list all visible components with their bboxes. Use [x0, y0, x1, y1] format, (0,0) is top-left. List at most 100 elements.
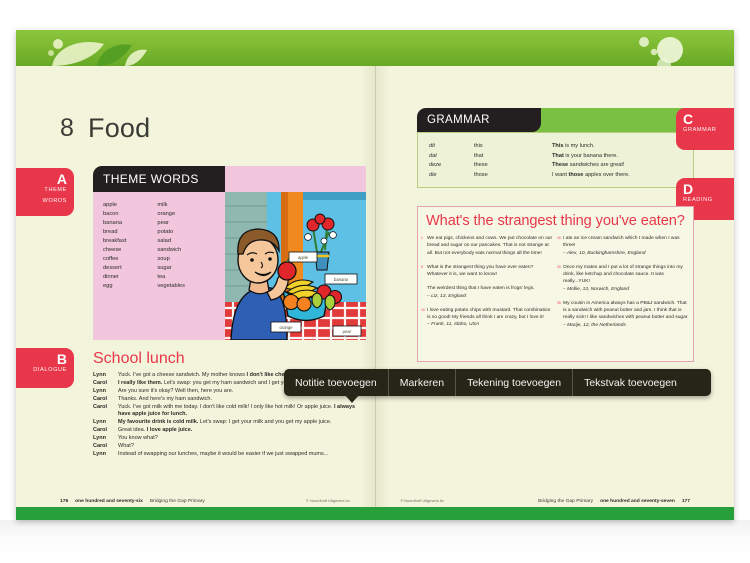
page-title: Food [88, 113, 151, 143]
grammar-dutch: deze [429, 162, 442, 168]
dialogue-speaker: Lynn [93, 372, 106, 378]
grammar-dutch: dat [429, 152, 437, 159]
tab-label-a-line1: THEME [44, 187, 67, 193]
reading-paragraph: 20 Once my mates and I put a lot of stra… [557, 264, 689, 293]
theme-word: salad [157, 238, 172, 245]
dialogue-text: Great idea. I love apple juice. [118, 427, 193, 434]
theme-word: banana [103, 220, 122, 227]
theme-word: coffee [103, 256, 119, 263]
reading-source: – Frank, 11, Idaho, USA [427, 322, 480, 328]
page-words-right: one hundred and seventy-seven [600, 499, 675, 504]
grammar-english: this [474, 143, 483, 149]
reading-paragraph: 15 I ate an ice cream sandwich which I m… [557, 235, 689, 257]
leaf-decoration-icon [48, 39, 147, 66]
dialogue-line: Lynn Instead of swapping our lunches, ma… [93, 451, 361, 458]
svg-text:apple: apple [298, 255, 309, 260]
dialogue-speaker: Lynn [93, 388, 106, 394]
dialogue-line: Lynn My favourite drink is cold milk. Le… [93, 419, 361, 426]
chapter-number: 8 [60, 114, 75, 142]
tab-label-c: GRAMMAR [683, 127, 717, 133]
sidebar-item-grammar[interactable]: C GRAMMAR [676, 108, 734, 150]
page-words-left: one hundred and seventy-six [75, 499, 143, 504]
tab-letter-d: D [683, 181, 694, 197]
reading-paragraph: The weirdest thing that I have eaten is … [427, 285, 553, 300]
dialogue-speaker: Lynn [93, 419, 106, 426]
copyright-right: © Noordhoff Uitgevers bv [400, 498, 444, 504]
dialogue-speaker: Carol [93, 443, 108, 450]
dialogue-line: Carol Great idea. I love apple juice. [93, 427, 361, 434]
dialogue-text: Instead of swapping our lunches, maybe i… [118, 451, 329, 458]
reading-source: – Liz, 13, England [427, 293, 467, 299]
theme-words-panel: apple bacon banana bread breakfast chees… [93, 192, 225, 340]
grammar-english: that [474, 152, 484, 159]
add-textbox-button[interactable]: Tekstvak toevoegen [573, 369, 688, 396]
grammar-example: I want those apples over there. [552, 171, 630, 178]
svg-text:orange: orange [279, 325, 293, 330]
reading-column-right: 15 I ate an ice cream sandwich which I m… [557, 235, 689, 336]
dialogue-speaker: Carol [93, 396, 108, 402]
reading-paragraph: 5 What is the strangest thing you have e… [421, 264, 553, 279]
reading-text: I love eating potato chips with mustard.… [427, 307, 551, 320]
dialogue-line: Carol Thanks. And here's my ham sandwich… [93, 396, 361, 403]
highlight-button[interactable]: Markeren [389, 369, 457, 396]
toolbar-pointer-arrow [345, 395, 359, 403]
sidebar-item-theme-words[interactable]: A THEME WORDS [16, 168, 74, 216]
sidebar-item-dialogue[interactable]: B DIALOGUE [16, 348, 74, 388]
dialogue-text: You know what? [118, 435, 158, 442]
theme-word: apple [103, 202, 117, 208]
reading-source: – Alex, 10, Buckinghamshire, England [563, 250, 646, 256]
reading-text: My cousin in America always has a PB&J s… [563, 300, 689, 321]
top-green-banner [16, 30, 734, 66]
reading-paragraph: 10 I love eating potato chips with musta… [421, 307, 553, 329]
theme-words-column-1: apple bacon banana bread breakfast chees… [103, 201, 126, 291]
reading-text: I ate an ice cream sandwich which I made… [563, 236, 680, 249]
line-number: 5 [421, 264, 423, 269]
tab-label-b: DIALOGUE [33, 367, 67, 373]
dialogue-title: School lunch [93, 350, 185, 367]
dialogue-line: Lynn You know what? [93, 435, 361, 442]
book-spread: 8 Food A THEME WORDS THEME WORDS apple b… [16, 30, 734, 520]
theme-word: sugar [157, 265, 172, 272]
dialogue-text: My favourite drink is cold milk. Let's s… [118, 419, 332, 426]
bubble-decoration-icon [639, 37, 683, 66]
theme-word: egg [103, 283, 113, 290]
bottom-green-bar [16, 507, 734, 520]
theme-word: bread [103, 229, 118, 236]
add-drawing-button[interactable]: Tekening toevoegen [456, 369, 574, 396]
reading-paragraph: 25 My cousin in America always has a PB&… [557, 300, 689, 329]
theme-word: pear [157, 220, 169, 227]
svg-text:banana: banana [334, 277, 349, 282]
add-note-button[interactable]: Notitie toevoegen [284, 369, 389, 396]
reading-title: What's the strangest thing you've eaten? [426, 213, 685, 229]
grammar-dutch: dit [429, 143, 435, 149]
book-title-left: Bridging the Gap Primary [149, 499, 205, 504]
grammar-english: those [474, 171, 488, 178]
copyright-text: © Noordhoff Uitgevers bv [306, 498, 350, 503]
theme-word: bacon [103, 211, 119, 218]
dialogue-speaker: Lynn [93, 435, 106, 442]
reading-source: – Marije, 12, the Netherlands [563, 322, 626, 328]
tab-label-a-line2: WORDS [42, 197, 67, 204]
reading-text: We eat pigs, chickens and cows. We put c… [427, 236, 553, 256]
tab-letter-a: A [56, 171, 67, 187]
reading-text: The weirdest thing that I have eaten is … [427, 286, 535, 292]
grammar-english: these [474, 162, 488, 168]
grammar-example: These sandwiches are great! [552, 162, 625, 168]
theme-words-illustration: apple banana orange pear [225, 192, 366, 340]
annotation-toolbar[interactable]: Notitie toevoegen Markeren Tekening toev… [284, 369, 711, 396]
line-number: 1 [421, 236, 423, 240]
line-number: 15 [557, 236, 561, 240]
page-number-right: 177 [681, 499, 690, 504]
line-number: 25 [557, 300, 561, 305]
tab-letter-c: C [683, 111, 694, 127]
theme-word: milk [157, 202, 168, 208]
grammar-row: die those I want those apples over there… [429, 171, 630, 181]
dialogue-text: What? [118, 443, 134, 450]
theme-word: dinner [103, 274, 119, 281]
grammar-header: GRAMMAR [417, 108, 541, 132]
dialogue-text: Yuck. I've got milk with me today. I don… [118, 404, 356, 418]
reading-paragraph: 1 We eat pigs, chickens and cows. We put… [421, 235, 553, 257]
reading-source: – Mollie, 13, Norwich, England [563, 286, 630, 292]
reading-panel: What's the strangest thing you've eaten?… [417, 206, 694, 362]
dialogue-line: Carol Yuck. I've got milk with me today.… [93, 404, 361, 419]
